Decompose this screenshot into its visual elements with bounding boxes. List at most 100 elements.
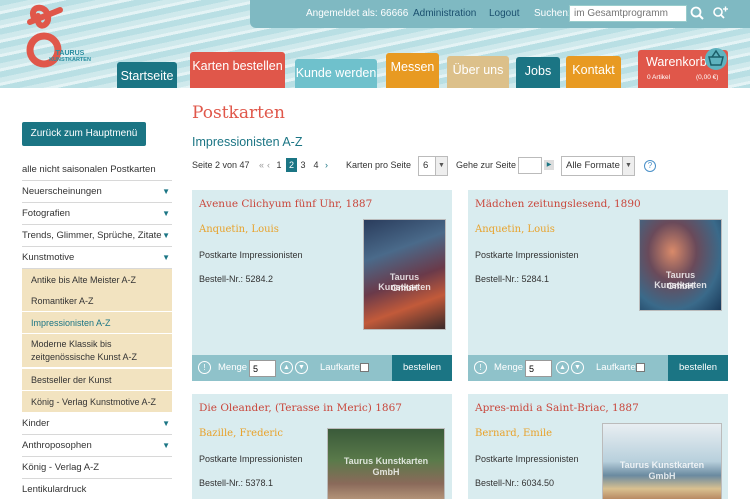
per-page-select[interactable]: 6 ▼ <box>418 156 448 176</box>
taurus-logo[interactable] <box>20 2 92 78</box>
logged-in-label: Angemeldet als: 66666 <box>306 8 409 19</box>
goto-page-input[interactable] <box>518 157 542 174</box>
card-artist[interactable]: Anquetin, Louis <box>199 224 279 235</box>
nav-tab-4[interactable]: Über uns <box>447 56 509 88</box>
per-page-value: 6 <box>423 160 429 171</box>
logout-link[interactable]: Logout <box>489 8 520 19</box>
sidebar-item[interactable]: Kunstmotive ▼ <box>22 247 172 269</box>
card-category: Postkarte Impressionisten <box>199 454 303 464</box>
sidebar-item[interactable]: Kinder ▼ <box>22 413 172 435</box>
order-bar: ! Menge ▲ ▼ Laufkarte bestellen <box>192 355 452 381</box>
product-card: Die Oleander, (Terasse in Meric) 1867 Ba… <box>192 394 452 499</box>
product-thumbnail[interactable]: Taurus Kunstkarten GmbH <box>327 428 445 499</box>
search-icon[interactable] <box>688 5 706 22</box>
first-page-link[interactable]: « <box>259 158 264 172</box>
sidebar-item[interactable]: Fotografien ▼ <box>22 203 172 225</box>
card-artist[interactable]: Anquetin, Louis <box>475 224 555 235</box>
chevron-down-icon[interactable]: ▼ <box>162 203 170 225</box>
logo-line-1: TAURUS <box>55 50 85 57</box>
page-title: Postkarten <box>192 103 285 123</box>
increase-quantity-icon[interactable]: ▼ <box>295 361 308 374</box>
run-card-checkbox[interactable] <box>360 363 369 372</box>
order-bar: ! Menge ▲ ▼ Laufkarte bestellen <box>468 355 728 381</box>
card-artist[interactable]: Bazille, Frederic <box>199 428 283 439</box>
sidebar-item[interactable]: König - Verlag A-Z <box>22 457 172 479</box>
administration-link[interactable]: Administration <box>413 8 476 19</box>
info-icon[interactable]: ! <box>474 361 487 374</box>
search-input[interactable] <box>569 5 687 22</box>
page-link[interactable]: 1 <box>274 158 284 172</box>
card-order-number: Bestell-Nr.: 6034.50 <box>475 478 555 488</box>
nav-tab-3[interactable]: Messen <box>386 53 439 88</box>
sidebar-item[interactable]: Anthroposophen ▼ <box>22 435 172 457</box>
nav-tab-6[interactable]: Kontakt <box>566 56 621 88</box>
search-label: Suchen: <box>534 8 571 19</box>
card-category: Postkarte Impressionisten <box>199 250 303 260</box>
goto-page-button[interactable]: ▶ <box>544 160 554 170</box>
sidebar-subitem[interactable]: Antike bis Alte Meister A-Z <box>22 269 172 291</box>
card-category: Postkarte Impressionisten <box>475 454 579 464</box>
run-card-label: Laufkarte <box>596 362 636 373</box>
next-page-link[interactable]: › <box>325 158 328 172</box>
cart-basket-icon <box>705 48 727 70</box>
cart-button[interactable]: Warenkorb 0 Artikel (0,00 €) <box>638 48 728 88</box>
sidebar-item-label: König - Verlag A-Z <box>22 462 100 473</box>
chevron-down-icon[interactable]: ▼ <box>162 413 170 435</box>
back-to-main-menu-button[interactable]: Zurück zum Hauptmenü <box>22 122 146 146</box>
chevron-down-icon[interactable]: ▼ <box>162 435 170 457</box>
nav-tab-1[interactable]: Karten bestellen <box>190 52 285 88</box>
sidebar-item[interactable]: Lentikulardruck <box>22 479 172 499</box>
card-order-number: Bestell-Nr.: 5284.1 <box>475 274 550 284</box>
product-thumbnail[interactable]: Taurus Kunstkarten GmbH <box>363 219 446 330</box>
run-card-label: Laufkarte <box>320 362 360 373</box>
help-icon[interactable]: ? <box>644 160 656 172</box>
order-button[interactable]: bestellen <box>392 355 452 381</box>
sidebar-subitem[interactable]: Romantiker A-Z <box>22 290 172 312</box>
sidebar-item[interactable]: Trends, Glimmer, Sprüche, Zitate ▼ <box>22 225 172 247</box>
site-header: TAURUS KUNSTKARTEN Angemeldet als: 66666… <box>0 0 750 88</box>
card-title[interactable]: Die Oleander, (Terasse in Meric) 1867 <box>199 402 402 414</box>
prev-page-link[interactable]: ‹ <box>267 158 270 172</box>
watermark-line-2: GmbH <box>667 281 694 291</box>
advanced-search-icon[interactable] <box>711 5 729 22</box>
decrease-quantity-icon[interactable]: ▲ <box>556 361 569 374</box>
format-select[interactable]: Alle Formate ▼ <box>561 156 635 176</box>
order-button[interactable]: bestellen <box>668 355 728 381</box>
increase-quantity-icon[interactable]: ▼ <box>571 361 584 374</box>
info-icon[interactable]: ! <box>198 361 211 374</box>
watermark-line-2: GmbH <box>372 467 400 477</box>
sidebar-subitem[interactable]: König - Verlag Kunstmotive A-Z <box>22 391 172 413</box>
card-title[interactable]: Apres-midi a Saint-Briac, 1887 <box>475 402 639 414</box>
decrease-quantity-icon[interactable]: ▲ <box>280 361 293 374</box>
page-link[interactable]: 3 <box>298 158 308 172</box>
quantity-input[interactable] <box>249 360 276 377</box>
sidebar-item-label: Kinder <box>22 418 50 429</box>
nav-tab-2[interactable]: Kunde werden <box>295 59 377 88</box>
sidebar-subitem[interactable]: Bestseller der Kunst <box>22 369 172 391</box>
card-artist[interactable]: Bernard, Emile <box>475 428 552 439</box>
quantity-input[interactable] <box>525 360 552 377</box>
watermark-line-1: Taurus Kunstkarten <box>619 460 705 470</box>
sidebar-subitem[interactable]: Impressionisten A-Z <box>22 312 172 334</box>
chevron-down-icon[interactable]: ▼ <box>162 225 170 247</box>
sidebar-item[interactable]: alle nicht saisonalen Postkarten <box>22 159 172 181</box>
page-link[interactable]: 4 <box>311 158 321 172</box>
product-card: Apres-midi a Saint-Briac, 1887 Bernard, … <box>468 394 728 499</box>
sidebar-subitem[interactable]: Moderne Klassik bis zeitgenössische Kuns… <box>22 334 172 368</box>
sidebar-item[interactable]: Neuerscheinungen ▼ <box>22 181 172 203</box>
product-thumbnail[interactable]: Taurus Kunstkarten GmbH <box>602 423 722 499</box>
run-card-checkbox[interactable] <box>636 363 645 372</box>
card-title[interactable]: Mädchen zeitungslesend, 1890 <box>475 198 641 210</box>
chevron-down-icon: ▼ <box>435 157 447 175</box>
cart-items: 0 Artikel <box>647 74 671 81</box>
nav-tab-5[interactable]: Jobs <box>516 57 560 88</box>
page-link[interactable]: 2 <box>286 158 297 172</box>
chevron-down-icon[interactable]: ▼ <box>162 247 170 269</box>
chevron-down-icon[interactable]: ▼ <box>162 181 170 203</box>
product-thumbnail[interactable]: Taurus Kunstkarten GmbH <box>639 219 722 311</box>
watermark-line-2: GmbH <box>391 283 418 293</box>
sidebar-item-label: alle nicht saisonalen Postkarten <box>22 164 156 175</box>
nav-tab-0[interactable]: Startseite <box>117 62 177 88</box>
watermark-line-2: GmbH <box>648 471 676 481</box>
card-title[interactable]: Avenue Clichyum fünf Uhr, 1887 <box>199 198 372 210</box>
